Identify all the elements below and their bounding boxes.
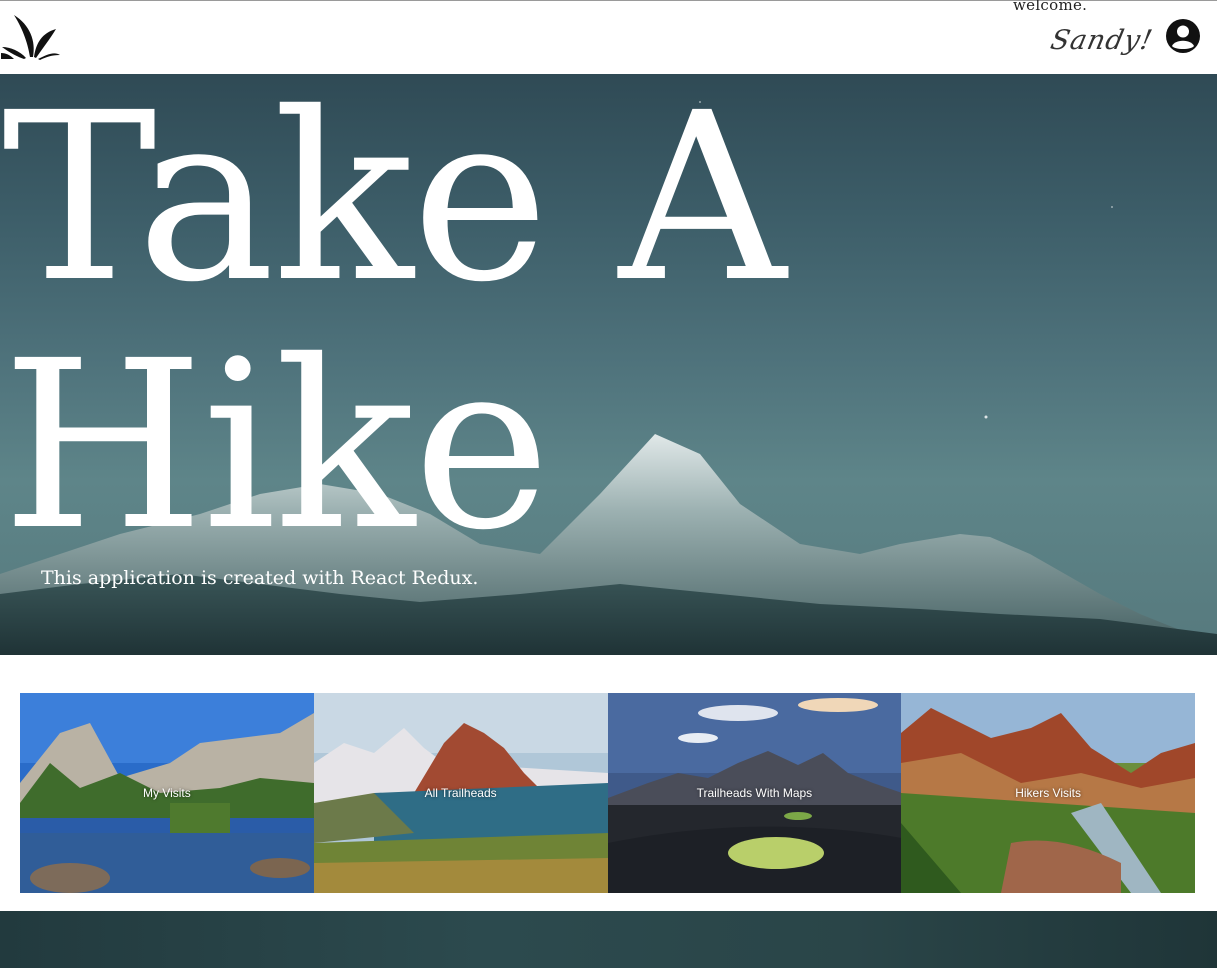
username-text: Sandy! (1047, 25, 1156, 56)
card-label: My Visits (142, 786, 191, 800)
leaf-logo-icon[interactable] (0, 11, 62, 61)
card-trailheads-with-maps[interactable]: Trailheads With Maps (607, 693, 902, 893)
hero-banner: Take A Hike This application is created … (0, 74, 1217, 655)
welcome-text: welcome. (1013, 0, 1088, 14)
hero-title-line1: Take A (2, 74, 786, 333)
card-label: Hikers Visits (1015, 786, 1082, 800)
card-all-trailheads[interactable]: All Trailheads (313, 693, 608, 893)
card-my-visits[interactable]: My Visits (20, 693, 314, 893)
card-label: All Trailheads (424, 786, 497, 800)
hero-title: Take A Hike (2, 74, 786, 581)
card-hikers-visits[interactable]: Hikers Visits (901, 693, 1195, 893)
user-circle-icon[interactable] (1165, 18, 1201, 54)
card-label: Trailheads With Maps (696, 786, 813, 800)
hero-title-line2: Hike (2, 311, 550, 581)
footer-band (0, 911, 1217, 968)
hero-subtitle: This application is created with React R… (41, 567, 479, 589)
category-cards: My Visits All Trailheads Trailheads With… (20, 693, 1195, 893)
top-navbar: welcome. Sandy! (0, 0, 1217, 74)
